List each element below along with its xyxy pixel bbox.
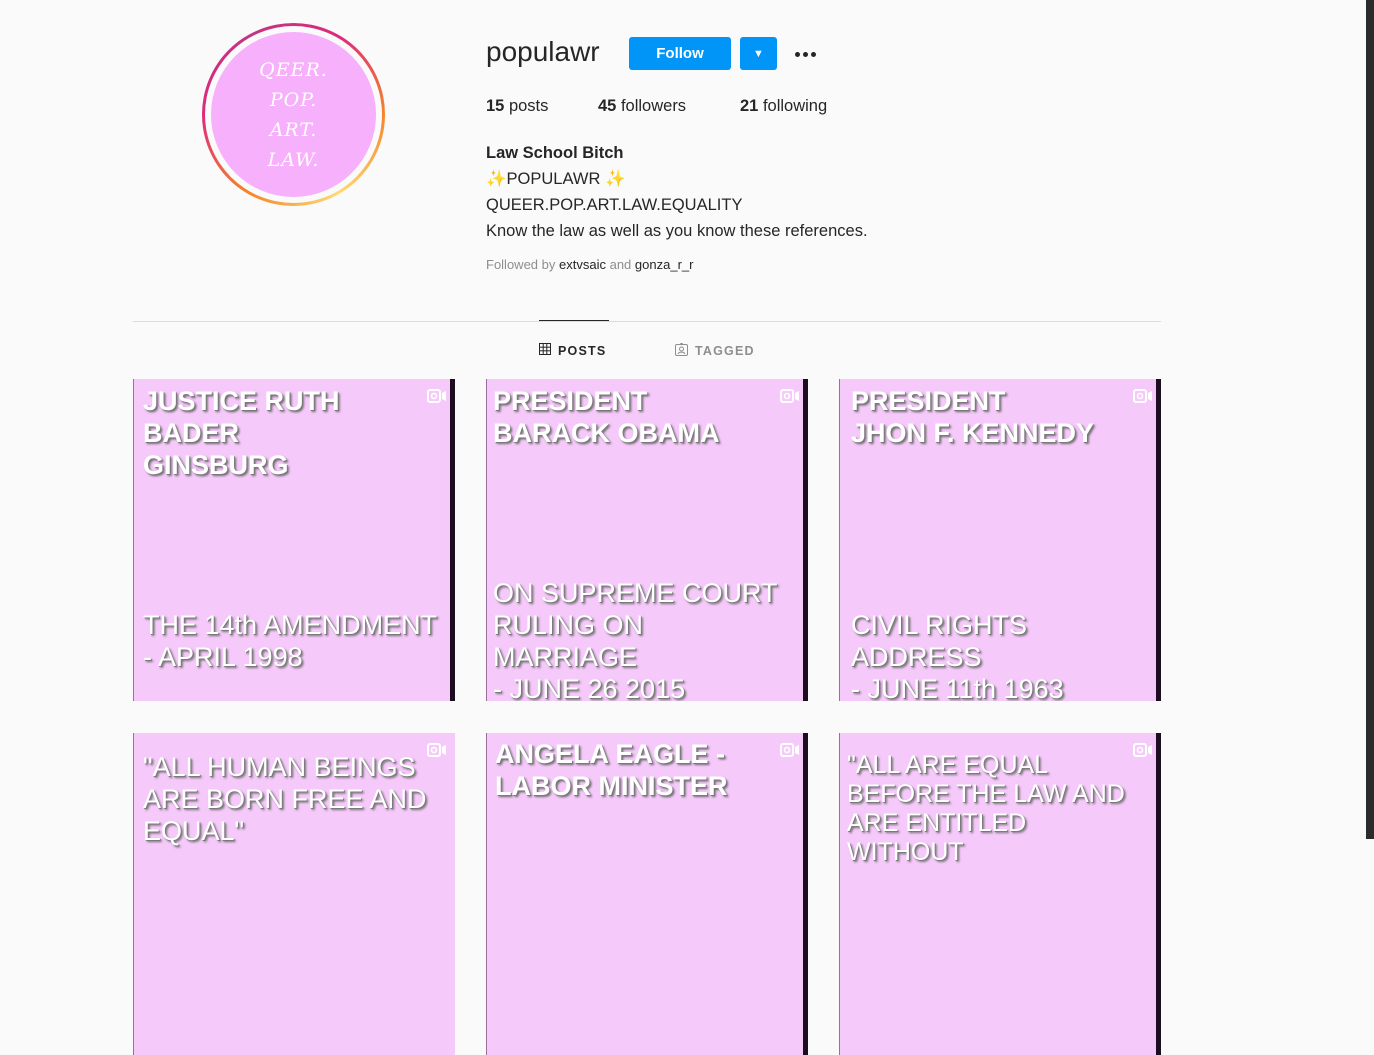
tile-border bbox=[133, 733, 134, 1055]
tile-border bbox=[803, 733, 808, 1055]
video-icon bbox=[427, 389, 447, 408]
tile-border bbox=[486, 733, 487, 1055]
video-icon bbox=[780, 389, 800, 408]
full-name: Law School Bitch bbox=[486, 144, 624, 162]
tab-label: TAGGED bbox=[695, 344, 755, 358]
tagged-icon bbox=[675, 342, 688, 359]
post-tile[interactable]: PRESIDENT BARACK OBAMA ON SUPREME COURT … bbox=[486, 379, 808, 701]
follow-button[interactable]: Follow bbox=[629, 37, 731, 70]
video-icon bbox=[427, 743, 447, 762]
tab-label: POSTS bbox=[558, 343, 607, 358]
tile-border bbox=[450, 379, 455, 701]
bio-line: Know the law as well as you know these r… bbox=[486, 222, 868, 240]
active-tab-indicator bbox=[539, 320, 609, 321]
tab-tagged[interactable]: TAGGED bbox=[675, 342, 755, 359]
followed-by: Followed by extvsaic and gonza_r_r bbox=[486, 257, 693, 272]
post-title: JUSTICE RUTH BADER GINSBURG bbox=[143, 386, 340, 480]
grid-icon bbox=[539, 343, 551, 358]
bio-line: QUEER.POP.ART.LAW.EQUALITY bbox=[486, 196, 743, 214]
more-icon bbox=[794, 51, 816, 57]
post-title: PRESIDENT BARACK OBAMA bbox=[493, 386, 720, 448]
video-icon bbox=[1133, 743, 1153, 762]
post-title: ANGELA EAGLE - LABOR MINISTER bbox=[495, 739, 728, 801]
tile-border bbox=[1156, 379, 1161, 701]
followers-count-label: followers bbox=[620, 97, 687, 115]
posts-count-label: posts bbox=[508, 97, 549, 115]
post-tile[interactable]: JUSTICE RUTH BADER GINSBURG THE 14th AME… bbox=[133, 379, 455, 701]
followed-by-user-link[interactable]: gonza_r_r bbox=[635, 257, 694, 272]
bio: Law School Bitch ✨POPULAWR ✨ QUEER.POP.A… bbox=[486, 140, 868, 244]
chevron-down-icon: ▼ bbox=[753, 47, 764, 60]
tile-border bbox=[133, 379, 134, 701]
following-link[interactable]: 21 following bbox=[740, 97, 827, 116]
following-count-value: 21 bbox=[740, 97, 759, 115]
post-tile[interactable]: ANGELA EAGLE - LABOR MINISTER bbox=[486, 733, 808, 1055]
tile-border bbox=[803, 379, 808, 701]
tile-border bbox=[1156, 733, 1161, 1055]
more-options-button[interactable] bbox=[790, 40, 820, 68]
tab-posts[interactable]: POSTS bbox=[539, 343, 606, 358]
window-edge bbox=[1366, 0, 1374, 839]
post-subtitle: CIVIL RIGHTS ADDRESS - JUNE 11th 1963 bbox=[851, 610, 1064, 701]
avatar[interactable]: QEER. POP. ART. LAW. bbox=[211, 32, 376, 197]
followers-link[interactable]: 45 followers bbox=[598, 97, 686, 116]
post-title: PRESIDENT JHON F. KENNEDY bbox=[851, 386, 1095, 448]
bio-line: ✨POPULAWR ✨ bbox=[486, 170, 626, 188]
tile-border bbox=[839, 733, 840, 1055]
posts-count-value: 15 bbox=[486, 97, 505, 115]
video-icon bbox=[780, 743, 800, 762]
tile-border bbox=[486, 379, 487, 701]
followed-by-joiner: and bbox=[609, 257, 632, 272]
avatar-text-line: ART. bbox=[269, 118, 318, 141]
avatar-text-line: QEER. bbox=[259, 58, 328, 81]
tabs-divider bbox=[133, 321, 1161, 322]
post-subtitle: ON SUPREME COURT RULING ON MARRIAGE - JU… bbox=[493, 578, 778, 701]
username: populawr bbox=[486, 36, 600, 67]
post-title: "ALL HUMAN BEINGS ARE BORN FREE AND EQUA… bbox=[143, 752, 427, 846]
followed-by-prefix: Followed by bbox=[486, 257, 556, 272]
avatar-text-line: LAW. bbox=[267, 148, 320, 171]
post-tile[interactable]: "ALL HUMAN BEINGS ARE BORN FREE AND EQUA… bbox=[133, 733, 455, 1055]
following-count-label: following bbox=[762, 97, 828, 115]
story-ring[interactable]: QEER. POP. ART. LAW. bbox=[202, 23, 385, 206]
followed-by-user-link[interactable]: extvsaic bbox=[559, 257, 606, 272]
tile-border bbox=[839, 379, 840, 701]
post-tile[interactable]: PRESIDENT JHON F. KENNEDY CIVIL RIGHTS A… bbox=[839, 379, 1161, 701]
avatar-text-line: POP. bbox=[269, 88, 318, 111]
suggested-dropdown-button[interactable]: ▼ bbox=[740, 37, 777, 70]
video-icon bbox=[1133, 389, 1153, 408]
posts-count: 15 posts bbox=[486, 97, 548, 116]
followers-count-value: 45 bbox=[598, 97, 617, 115]
post-tile[interactable]: "ALL ARE EQUAL BEFORE THE LAW AND ARE EN… bbox=[839, 733, 1161, 1055]
post-title: "ALL ARE EQUAL BEFORE THE LAW AND ARE EN… bbox=[847, 751, 1125, 866]
post-subtitle: THE 14th AMENDMENT - APRIL 1998 bbox=[143, 610, 438, 672]
